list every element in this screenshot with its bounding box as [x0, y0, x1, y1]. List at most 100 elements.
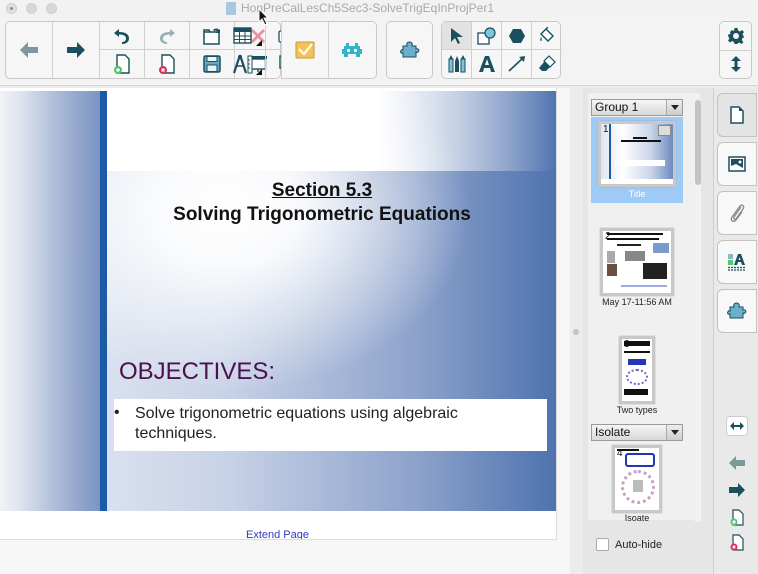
chevron-down-icon: [666, 100, 682, 115]
group-name: Isolate: [595, 425, 631, 439]
page-label: May 17-11:56 AM: [602, 297, 672, 307]
text-tool-button[interactable]: [472, 50, 502, 78]
panel-next-page-button[interactable]: [728, 482, 746, 498]
puzzle-icon: [727, 302, 747, 319]
paperclip-icon: [730, 204, 745, 222]
paint-bucket-icon: [540, 26, 554, 42]
add-page-icon: [114, 54, 130, 74]
next-page-button[interactable]: [53, 22, 100, 78]
toolbar: [0, 18, 758, 86]
minimize-window-button[interactable]: [26, 3, 37, 14]
group-dropdown-2[interactable]: Isolate: [591, 424, 683, 441]
add-page-icon: [730, 508, 744, 526]
page-number: 1: [603, 124, 609, 135]
objective-text: Solve trigonometric equations using alge…: [135, 405, 458, 442]
folder-open-icon: [203, 28, 220, 45]
section-title: Section 5.3: [271, 180, 373, 201]
cursor-arrow-icon: [450, 27, 463, 44]
robot-icon: [342, 43, 363, 57]
side-tabs-bar: [713, 88, 758, 574]
eraser-icon: [539, 55, 556, 71]
close-window-button[interactable]: [6, 3, 17, 14]
gear-icon: [727, 27, 744, 44]
page-number: 3: [624, 339, 630, 350]
notebook-page[interactable]: Section 5.3 Solving Trigonometric Equati…: [0, 88, 557, 540]
toolbar-group-apps: [281, 21, 377, 79]
group-name: Group 1: [595, 100, 639, 114]
compass-ruler-icon: [232, 54, 253, 74]
lines-tool-button[interactable]: [502, 50, 532, 78]
arrow-right-icon: [729, 483, 745, 497]
save-disk-icon: [203, 55, 221, 73]
page-label: Two types: [616, 405, 658, 415]
page-thumbnail-4[interactable]: 4: [612, 445, 662, 513]
previous-page-button[interactable]: [6, 22, 53, 78]
auto-hide-checkbox[interactable]: [596, 538, 609, 551]
add-page-button[interactable]: [100, 50, 145, 78]
table-button[interactable]: [221, 22, 266, 50]
redo-icon: [160, 28, 175, 44]
pens-tool-button[interactable]: [442, 50, 472, 78]
window-title-text: HonPreCalLesCh5Sec3-SolveTrigEqInProjPer…: [241, 1, 495, 15]
group-dropdown-1[interactable]: Group 1: [591, 99, 683, 116]
hexagon-icon: [508, 28, 525, 43]
redo-button[interactable]: [145, 22, 190, 50]
move-toolbar-button[interactable]: [720, 51, 751, 79]
delete-page-button[interactable]: [145, 50, 190, 78]
panel-splitter-handle[interactable]: [573, 329, 579, 335]
puzzle-icon: [399, 41, 419, 58]
gallery-tab[interactable]: [717, 142, 757, 186]
response-button[interactable]: [281, 22, 329, 78]
panel-delete-page-button[interactable]: [728, 532, 746, 552]
add-ons-tab[interactable]: [717, 289, 757, 333]
page-number: 2: [605, 231, 611, 242]
slide-subtitle: Solving Trigonometric Equations: [173, 204, 471, 225]
fill-tool-button[interactable]: [532, 22, 562, 50]
measurement-tools-button[interactable]: [221, 50, 266, 78]
shapes-tool-button[interactable]: [472, 22, 502, 50]
page-thumbnail-3[interactable]: 3: [619, 336, 655, 404]
toolbar-group-drawing: [441, 21, 562, 79]
mouse-cursor-icon: [258, 8, 270, 26]
arrow-right-icon: [67, 42, 85, 58]
up-down-arrow-icon: [730, 56, 741, 73]
add-ons-button[interactable]: [329, 22, 376, 78]
lesson-activity-button[interactable]: [387, 22, 432, 78]
select-tool-button[interactable]: [442, 22, 472, 50]
zoom-window-button[interactable]: [46, 3, 57, 14]
slide-header-area: [107, 91, 556, 171]
objectives-heading: OBJECTIVES:: [119, 358, 276, 385]
eraser-tool-button[interactable]: [532, 50, 562, 78]
move-panel-button[interactable]: [726, 416, 748, 436]
extend-page-link[interactable]: Extend Page: [246, 529, 309, 539]
page-thumbnail-1[interactable]: 1: [598, 121, 676, 187]
page-thumbnail-2[interactable]: 2: [600, 228, 674, 296]
page-label: Isoate: [624, 513, 650, 523]
page-number: 4: [617, 448, 623, 459]
polygon-tool-button[interactable]: [502, 22, 532, 50]
page-label: Title: [628, 189, 646, 199]
page-sorter-tab[interactable]: [717, 93, 757, 137]
delete-page-icon: [159, 54, 175, 74]
auto-hide-label: Auto-hide: [615, 538, 663, 551]
page-sorter-scrollbar[interactable]: [695, 100, 701, 522]
toolbar-group-activity: [386, 21, 433, 79]
panel-add-page-button[interactable]: [728, 507, 746, 527]
left-right-arrow-icon: [730, 422, 744, 430]
text-a-icon: [478, 56, 495, 72]
whiteboard-canvas[interactable]: Section 5.3 Solving Trigonometric Equati…: [0, 88, 570, 574]
drawing-tools-grid: [442, 22, 562, 78]
scrollbar-thumb[interactable]: [695, 100, 701, 185]
image-gallery-icon: [728, 156, 746, 172]
settings-button[interactable]: [720, 22, 751, 51]
undo-icon: [114, 28, 129, 44]
auto-hide-option[interactable]: Auto-hide: [596, 538, 662, 551]
panel-previous-page-button[interactable]: [728, 455, 746, 471]
properties-icon: [728, 254, 746, 271]
properties-tab[interactable]: [717, 240, 757, 284]
attachments-tab[interactable]: [717, 191, 757, 235]
pens-icon: [448, 55, 465, 73]
toolbar-group-settings: [719, 21, 752, 79]
undo-button[interactable]: [100, 22, 145, 50]
shapes-icon: [476, 26, 496, 45]
